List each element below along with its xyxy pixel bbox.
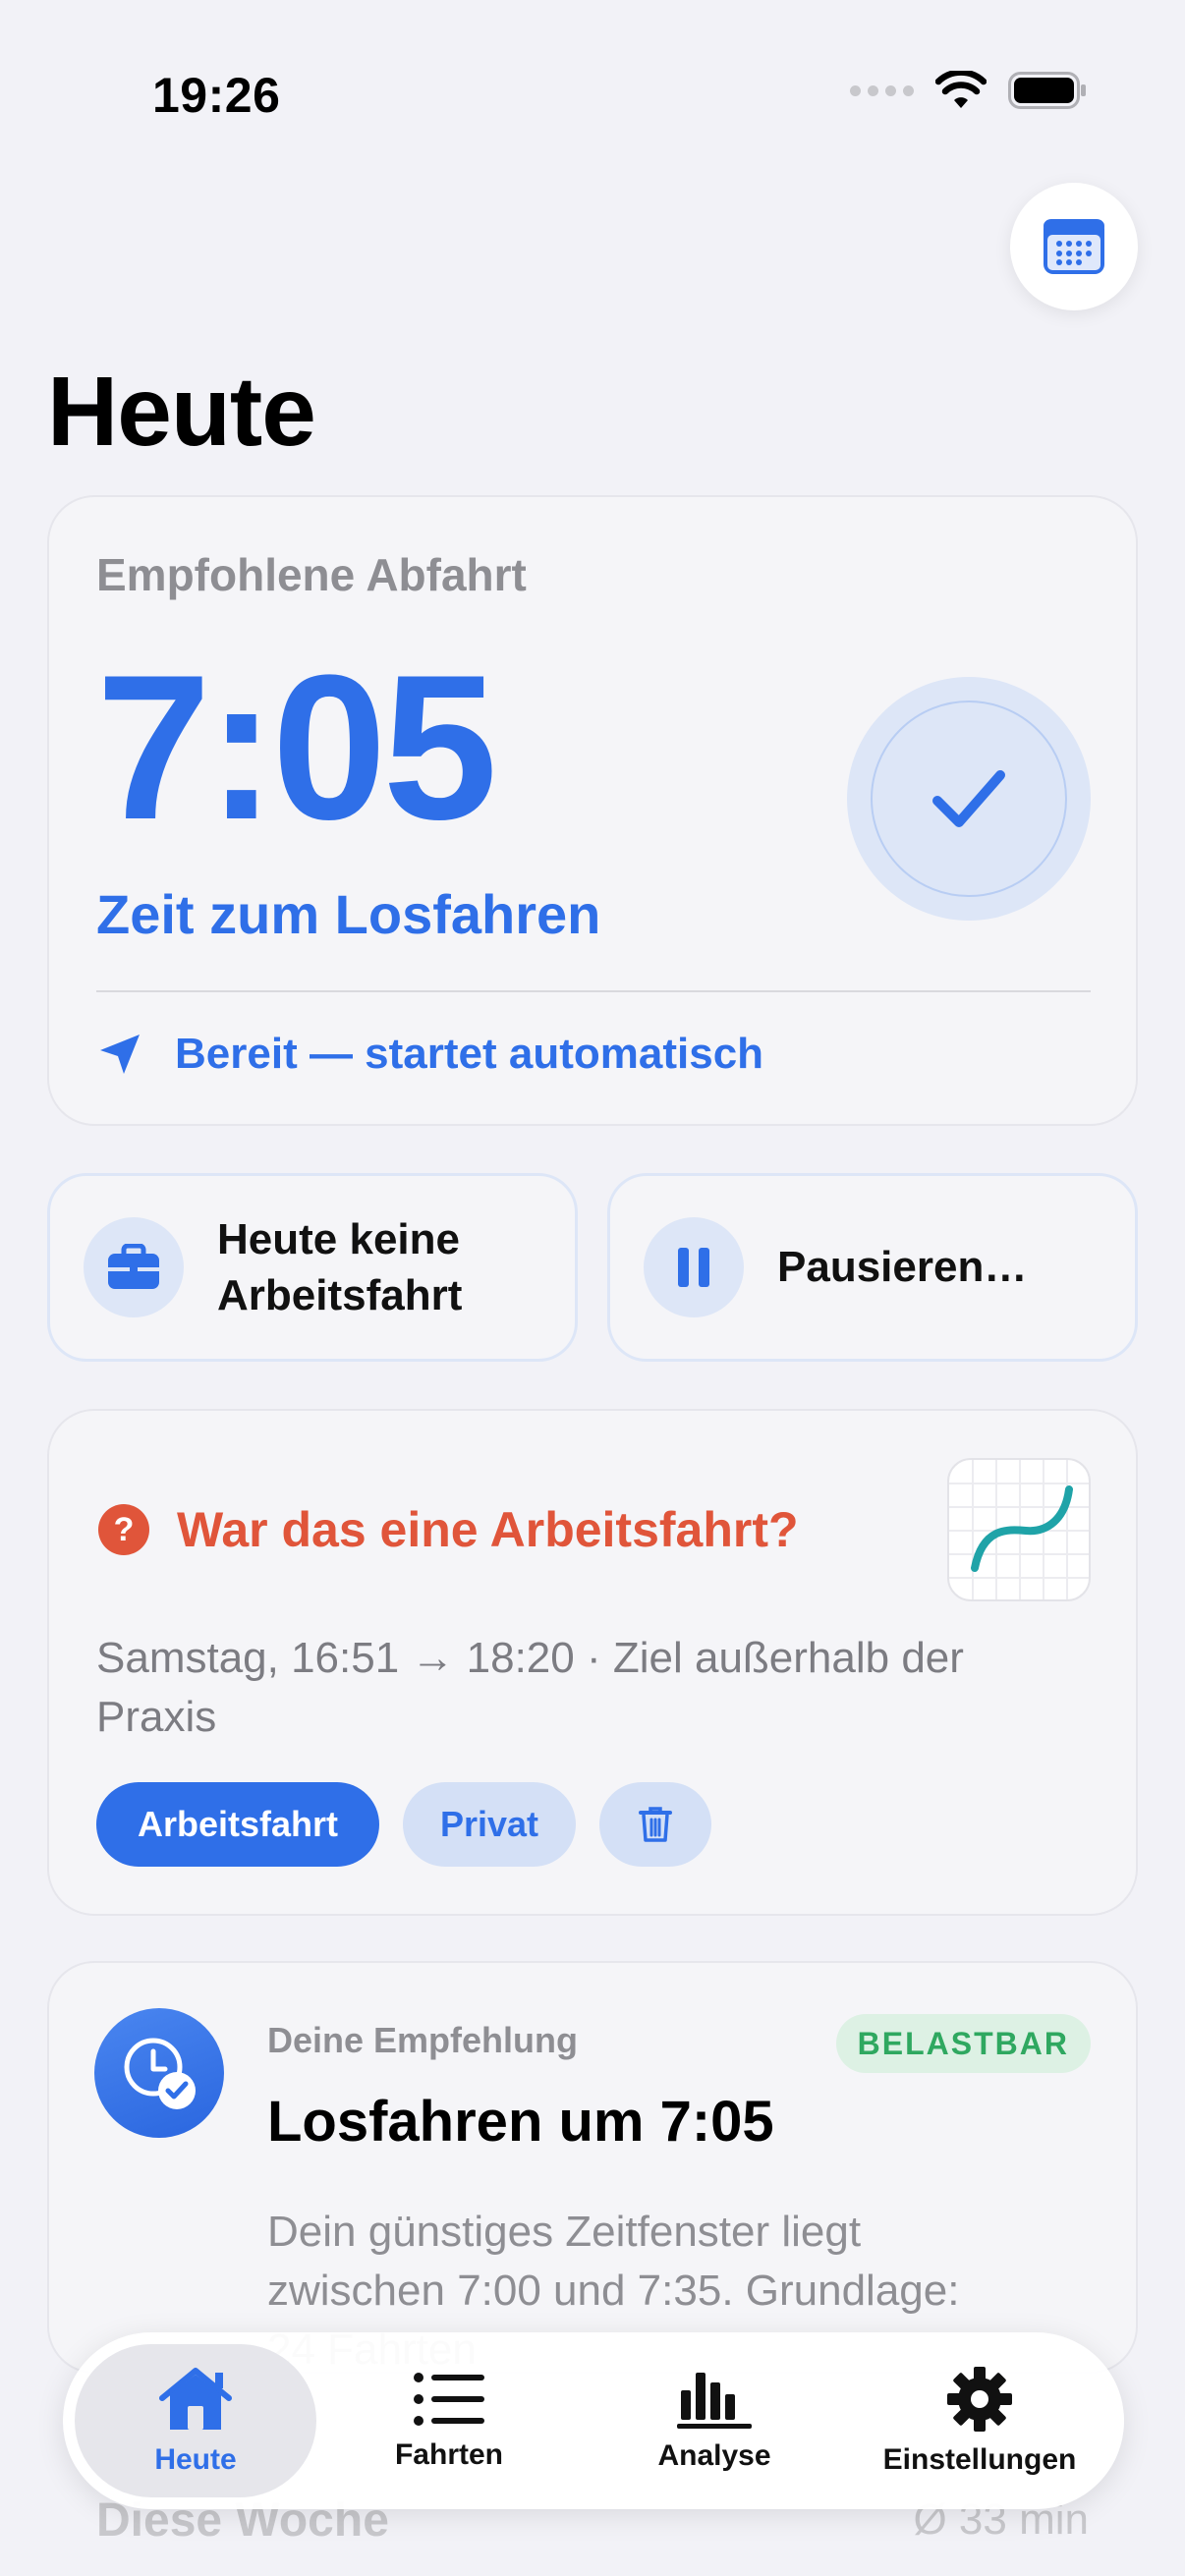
delete-trip-button[interactable] xyxy=(599,1782,711,1867)
departure-status: Bereit — startet automatisch xyxy=(96,1030,763,1079)
route-curve-icon xyxy=(949,1460,1089,1599)
recommendation-title: Losfahren um 7:05 xyxy=(267,2090,774,2154)
cellular-dots-icon xyxy=(850,84,914,96)
chart-icon xyxy=(677,2373,752,2429)
trip-question-header: ? War das eine Arbeitsfahrt? xyxy=(98,1501,799,1558)
tab-heute[interactable]: Heute xyxy=(75,2344,316,2497)
trip-question-actions: Arbeitsfahrt Privat xyxy=(96,1782,711,1867)
no-work-trip-button[interactable]: Heute keine Arbeitsfahrt xyxy=(47,1173,578,1362)
recommendation-card[interactable]: Deine Empfehlung BELASTBAR Losfahren um … xyxy=(47,1961,1138,2374)
trip-question-card: ? War das eine Arbeitsfahrt? Samstag, 16… xyxy=(47,1409,1138,1916)
departure-subtitle: Zeit zum Losfahren xyxy=(96,883,601,945)
calendar-button[interactable] xyxy=(1010,183,1138,310)
gear-icon xyxy=(947,2367,1012,2432)
departure-check-badge xyxy=(847,677,1091,921)
page-title: Heute xyxy=(47,357,316,467)
clock-icon xyxy=(124,2038,196,2109)
calendar-icon xyxy=(1044,219,1104,274)
tab-einstellungen[interactable]: Einstellungen xyxy=(847,2344,1112,2497)
battery-icon xyxy=(1008,72,1086,109)
tab-label: Heute xyxy=(154,2443,237,2476)
no-work-trip-label: Heute keine Arbeitsfahrt xyxy=(217,1214,463,1319)
tab-label: Einstellungen xyxy=(882,2443,1077,2476)
trip-question-title: War das eine Arbeitsfahrt? xyxy=(177,1502,799,1557)
checkmark-icon xyxy=(932,770,1005,827)
divider xyxy=(96,990,1091,992)
route-map-thumbnail[interactable] xyxy=(947,1458,1091,1601)
departure-time: 7:05 xyxy=(96,632,497,863)
location-arrow-icon xyxy=(100,1035,140,1074)
tab-bar: Heute Fahrten Analyse Einstellungen xyxy=(63,2332,1124,2509)
recommendation-kicker: Deine Empfehlung xyxy=(267,2020,579,2060)
pause-button[interactable]: Pausieren… xyxy=(607,1173,1138,1362)
wifi-icon xyxy=(935,71,987,108)
trip-question-description: Samstag, 16:51 → 18:20 · Ziel außerhalb … xyxy=(96,1634,964,1741)
departure-label: Empfohlene Abfahrt xyxy=(96,549,527,600)
tab-label: Analyse xyxy=(657,2439,771,2472)
status-time: 19:26 xyxy=(152,68,281,123)
departure-status-text: Bereit — startet automatisch xyxy=(175,1030,764,1078)
briefcase-icon-badge xyxy=(84,1217,184,1317)
question-mark-icon: ? xyxy=(98,1504,149,1555)
briefcase-icon xyxy=(108,1244,159,1289)
departure-card: Empfohlene Abfahrt 7:05 Zeit zum Losfahr… xyxy=(47,495,1138,1126)
pause-icon xyxy=(678,1248,709,1287)
pause-label: Pausieren… xyxy=(777,1243,1028,1292)
tab-label: Fahrten xyxy=(394,2438,503,2471)
status-icons xyxy=(850,71,1087,110)
trash-icon xyxy=(639,1807,672,1842)
house-icon xyxy=(159,2368,232,2430)
tab-analyse[interactable]: Analyse xyxy=(582,2344,847,2497)
work-trip-button[interactable]: Arbeitsfahrt xyxy=(96,1782,379,1867)
clock-check-icon xyxy=(94,2008,224,2138)
pause-icon-badge xyxy=(644,1217,744,1317)
list-icon xyxy=(414,2373,484,2426)
reliability-badge: BELASTBAR xyxy=(835,2014,1091,2073)
tab-fahrten[interactable]: Fahrten xyxy=(316,2344,582,2497)
private-trip-button[interactable]: Privat xyxy=(403,1782,576,1867)
